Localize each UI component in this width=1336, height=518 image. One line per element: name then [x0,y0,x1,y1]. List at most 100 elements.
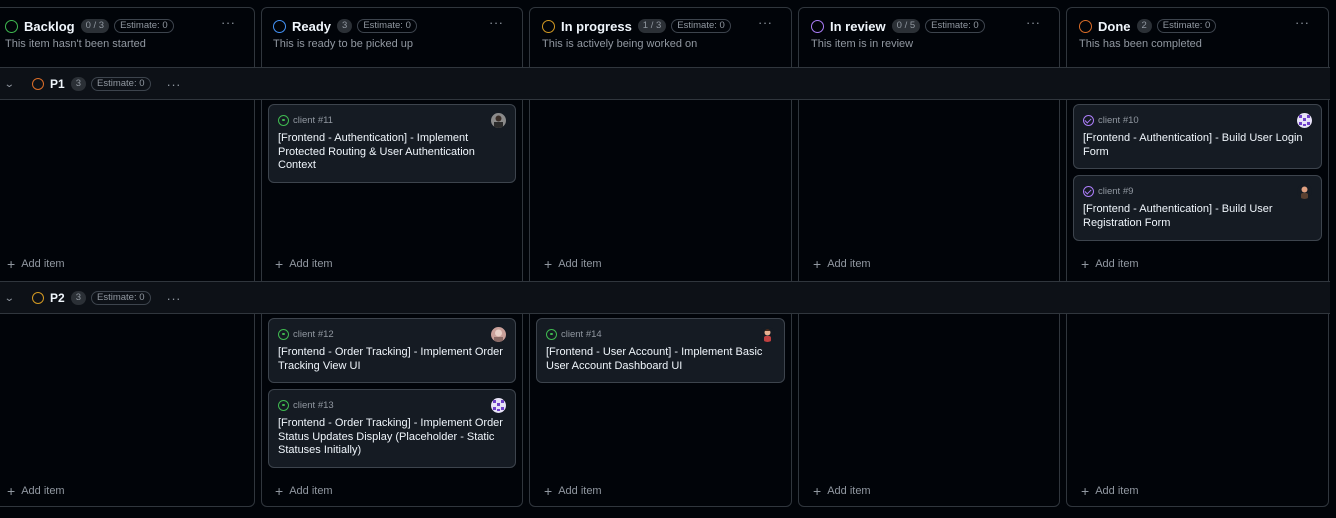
issue-title[interactable]: [Frontend - Authentication] - Build User… [1083,132,1312,159]
status-circle-icon [1079,19,1092,33]
avatar[interactable] [760,327,775,342]
column-count: 3 [337,19,353,33]
issue-title[interactable]: [Frontend - Authentication] - Build User… [1083,203,1312,230]
add-item-label: Add item [1095,485,1139,497]
issue-open-icon [278,328,289,340]
group-row-p1[interactable]: ⌄ P1 3 Estimate: 0 ··· [0,67,1330,100]
issue-title[interactable]: [Frontend - Order Tracking] - Implement … [278,346,506,373]
column-header-backlog: Backlog 0 / 3 Estimate: 0 This item hasn… [0,7,174,67]
column-title: Done [1098,18,1131,34]
avatar[interactable] [1297,184,1312,199]
issue-card[interactable]: client #10 [Frontend - Authentication] -… [1073,104,1322,169]
priority-circle-icon [32,292,44,304]
status-circle-icon [542,19,555,33]
plus-icon: + [1081,483,1090,499]
issue-reference[interactable]: client #9 [1098,186,1133,197]
add-item-button[interactable]: + Add item [544,256,602,272]
column-estimate: Estimate: 0 [671,19,731,33]
avatar[interactable] [491,398,506,413]
plus-icon: + [1081,256,1090,272]
column-estimate: Estimate: 0 [357,19,417,33]
plus-icon: + [275,483,284,499]
add-item-label: Add item [289,485,333,497]
issue-open-icon [278,399,289,411]
group-estimate: Estimate: 0 [90,291,151,305]
column-header-done: Done 2 Estimate: 0 This has been complet… [1074,7,1217,67]
add-item-button[interactable]: + Add item [7,256,65,272]
column-menu-button[interactable]: ··· [758,16,773,29]
add-item-label: Add item [21,258,65,270]
issue-reference[interactable]: client #10 [1098,115,1139,126]
issue-card[interactable]: client #9 [Frontend - Authentication] - … [1073,175,1322,241]
avatar[interactable] [1297,113,1312,128]
plus-icon: + [544,483,553,499]
column-estimate: Estimate: 0 [1156,19,1217,33]
add-item-button[interactable]: + Add item [1081,483,1139,499]
column-menu-button[interactable]: ··· [1295,16,1310,29]
group-count: 3 [70,291,86,305]
column-description: This is ready to be picked up [273,38,414,50]
avatar[interactable] [491,113,506,128]
column-count: 1 / 3 [637,19,667,33]
column-count: 2 [1136,19,1152,33]
column-estimate: Estimate: 0 [114,19,174,33]
column-menu-button[interactable]: ··· [221,16,236,29]
issue-card[interactable]: client #11 [Frontend - Authentication] -… [268,104,516,183]
issue-closed-icon [1083,114,1094,126]
add-item-label: Add item [289,258,333,270]
issue-reference[interactable]: client #13 [293,400,334,411]
add-item-label: Add item [827,258,871,270]
column-title: In progress [561,18,632,34]
group-title: P1 [50,77,65,91]
column-description: This is actively being worked on [542,38,698,50]
column-header-in-progress: In progress 1 / 3 Estimate: 0 This is ac… [537,7,731,67]
group-menu-button[interactable]: ··· [167,77,182,92]
column-menu-button[interactable]: ··· [489,16,504,29]
issue-card[interactable]: client #12 [Frontend - Order Tracking] -… [268,318,516,383]
add-item-button[interactable]: + Add item [1081,256,1139,272]
column-estimate: Estimate: 0 [925,19,985,33]
group-estimate: Estimate: 0 [90,77,151,91]
issue-open-icon [546,328,557,340]
group-row-p2[interactable]: ⌄ P2 3 Estimate: 0 ··· [0,281,1330,314]
issue-reference[interactable]: client #11 [293,115,333,126]
add-item-label: Add item [21,485,65,497]
issue-reference[interactable]: client #14 [561,329,602,340]
column-count: 0 / 5 [891,19,921,33]
add-item-label: Add item [558,258,602,270]
add-item-button[interactable]: + Add item [813,484,871,498]
issue-title[interactable]: [Frontend - Order Tracking] - Implement … [278,417,506,458]
status-circle-icon [811,19,824,33]
column-title: Backlog [24,18,75,34]
group-menu-button[interactable]: ··· [167,291,182,306]
group-count: 3 [70,77,86,91]
priority-circle-icon [32,78,44,90]
plus-icon: + [813,256,822,272]
column-description: This item hasn't been started [5,38,146,50]
column-header-in-review: In review 0 / 5 Estimate: 0 This item is… [806,7,985,67]
chevron-down-icon[interactable]: ⌄ [4,79,22,90]
add-item-button[interactable]: + Add item [813,256,871,272]
issue-title[interactable]: [Frontend - User Account] - Implement Ba… [546,346,775,373]
chevron-down-icon[interactable]: ⌄ [4,293,22,304]
column-menu-button[interactable]: ··· [1026,16,1041,29]
column-description: This item is in review [811,38,914,50]
issue-card[interactable]: client #14 [Frontend - User Account] - I… [536,318,785,383]
plus-icon: + [275,256,284,272]
column-count: 0 / 3 [80,19,110,33]
issue-title[interactable]: [Frontend - Authentication] - Implement … [278,132,506,173]
add-item-label: Add item [827,485,871,497]
add-item-button[interactable]: + Add item [544,483,602,499]
add-item-label: Add item [1095,258,1139,270]
plus-icon: + [544,256,553,272]
add-item-button[interactable]: + Add item [275,256,333,272]
column-title: In review [830,18,886,34]
issue-open-icon [278,114,289,126]
avatar[interactable] [491,327,506,342]
add-item-button[interactable]: + Add item [7,483,65,499]
plus-icon: + [7,256,16,272]
add-item-button[interactable]: + Add item [275,483,333,499]
issue-reference[interactable]: client #12 [293,329,334,340]
issue-card[interactable]: client #13 [Frontend - Order Tracking] -… [268,389,516,468]
plus-icon: + [7,483,16,499]
